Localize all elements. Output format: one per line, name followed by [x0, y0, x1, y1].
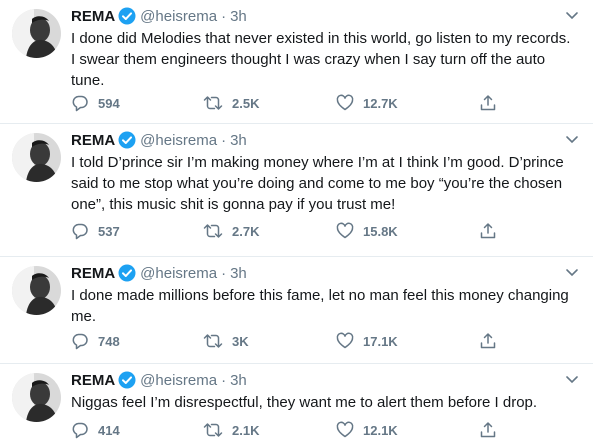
heart-icon: [336, 332, 354, 349]
reply-button[interactable]: 537: [71, 221, 120, 241]
share-button[interactable]: [479, 420, 506, 440]
author-name[interactable]: REMA: [71, 132, 115, 149]
tweet-text: I done did Melodies that never existed i…: [71, 30, 571, 89]
avatar-image: [12, 373, 61, 422]
verified-badge-icon: [118, 7, 136, 25]
separator: ·: [221, 131, 227, 149]
tweet-header: REMA @heisrema · 3h: [71, 130, 247, 150]
avatar-image: [12, 9, 61, 58]
like-button[interactable]: 17.1K: [336, 331, 398, 351]
chevron-down-icon[interactable]: [565, 132, 579, 150]
share-icon: [480, 422, 496, 438]
tweet-text: I done made millions before this fame, l…: [71, 287, 569, 325]
reply-button[interactable]: 594: [71, 93, 120, 113]
tweet[interactable]: REMA @heisrema · 3h I done did Melodies …: [0, 0, 593, 124]
reply-count: 594: [98, 95, 120, 111]
tweet-actions: 748 3K 17.1K: [71, 331, 501, 351]
retweet-count: 2.7K: [232, 223, 260, 239]
tweet-actions: 414 2.1K 12.1K: [71, 420, 501, 440]
author-name[interactable]: REMA: [71, 265, 115, 282]
heart-icon: [336, 222, 354, 239]
tweet[interactable]: REMA @heisrema · 3h Niggas feel I’m disr…: [0, 364, 593, 445]
reply-icon: [72, 333, 88, 350]
reply-button[interactable]: 748: [71, 331, 120, 351]
tweet-text: I told D’prince sir I’m making money whe…: [71, 154, 564, 213]
avatar-image: [12, 266, 61, 315]
like-count: 15.8K: [363, 223, 398, 239]
share-button[interactable]: [479, 93, 506, 113]
reply-icon: [72, 95, 88, 112]
share-button[interactable]: [479, 221, 506, 241]
chevron-down-icon[interactable]: [565, 372, 579, 390]
like-button[interactable]: 12.1K: [336, 420, 398, 440]
tweet-text: Niggas feel I’m disrespectful, they want…: [71, 394, 538, 411]
timestamp[interactable]: 3h: [230, 265, 247, 282]
share-icon: [480, 95, 496, 111]
tweet-feed: REMA @heisrema · 3h I done did Melodies …: [0, 0, 593, 445]
tweet-actions: 537 2.7K 15.8K: [71, 221, 501, 241]
chevron-down-icon[interactable]: [565, 265, 579, 283]
timestamp[interactable]: 3h: [230, 8, 247, 25]
tweet[interactable]: REMA @heisrema · 3h I done made millions…: [0, 257, 593, 364]
like-button[interactable]: 12.7K: [336, 93, 398, 113]
author-name[interactable]: REMA: [71, 8, 115, 25]
tweet-header: REMA @heisrema · 3h: [71, 370, 247, 390]
chevron-down-icon[interactable]: [565, 8, 579, 26]
retweet-icon: [203, 96, 223, 110]
retweet-button[interactable]: 2.7K: [203, 221, 259, 241]
avatar[interactable]: [12, 9, 61, 58]
reply-icon: [72, 223, 88, 240]
retweet-button[interactable]: 2.1K: [203, 420, 259, 440]
author-handle[interactable]: @heisrema: [140, 265, 217, 282]
tweet-header: REMA @heisrema · 3h: [71, 6, 247, 26]
retweet-button[interactable]: 2.5K: [203, 93, 259, 113]
retweet-count: 3K: [232, 333, 249, 349]
avatar[interactable]: [12, 266, 61, 315]
retweet-count: 2.5K: [232, 95, 260, 111]
retweet-button[interactable]: 3K: [203, 331, 249, 351]
verified-badge-icon: [118, 131, 136, 149]
separator: ·: [221, 371, 227, 389]
heart-icon: [336, 421, 354, 438]
avatar[interactable]: [12, 133, 61, 182]
timestamp[interactable]: 3h: [230, 372, 247, 389]
reply-count: 748: [98, 333, 120, 349]
like-count: 12.1K: [363, 422, 398, 438]
retweet-icon: [203, 224, 223, 238]
author-handle[interactable]: @heisrema: [140, 8, 217, 25]
verified-badge-icon: [118, 371, 136, 389]
author-handle[interactable]: @heisrema: [140, 132, 217, 149]
like-count: 17.1K: [363, 333, 398, 349]
tweet-header: REMA @heisrema · 3h: [71, 263, 247, 283]
author-name[interactable]: REMA: [71, 372, 115, 389]
like-count: 12.7K: [363, 95, 398, 111]
separator: ·: [221, 264, 227, 282]
separator: ·: [221, 7, 227, 25]
like-button[interactable]: 15.8K: [336, 221, 398, 241]
reply-icon: [72, 422, 88, 439]
tweet-actions: 594 2.5K 12.7K: [71, 93, 501, 113]
avatar[interactable]: [12, 373, 61, 422]
share-icon: [480, 223, 496, 239]
share-button[interactable]: [479, 331, 506, 351]
tweet[interactable]: REMA @heisrema · 3h I told D’prince sir …: [0, 124, 593, 257]
verified-badge-icon: [118, 264, 136, 282]
avatar-image: [12, 133, 61, 182]
retweet-count: 2.1K: [232, 422, 260, 438]
retweet-icon: [203, 334, 223, 348]
heart-icon: [336, 94, 354, 111]
author-handle[interactable]: @heisrema: [140, 372, 217, 389]
timestamp[interactable]: 3h: [230, 132, 247, 149]
reply-button[interactable]: 414: [71, 420, 120, 440]
reply-count: 537: [98, 223, 120, 239]
retweet-icon: [203, 423, 223, 437]
reply-count: 414: [98, 422, 120, 438]
share-icon: [480, 333, 496, 349]
